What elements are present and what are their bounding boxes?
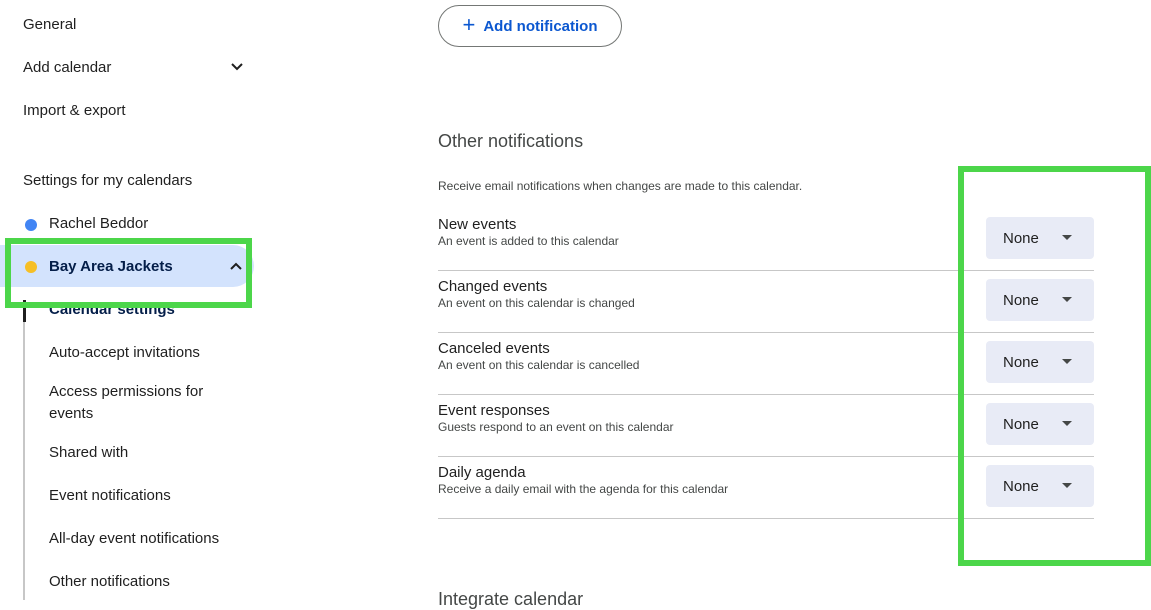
tree-active-indicator [23,300,26,322]
notification-subtitle: Receive a daily email with the agenda fo… [438,482,729,496]
other-notifications-desc: Receive email notifications when changes… [438,179,803,193]
notification-select-value: None [1003,229,1039,247]
main-content: + Add notification Other notifications R… [420,0,1151,609]
add-notification-button[interactable]: + Add notification [438,5,622,47]
calendar-item-rachel-beddor[interactable]: Rachel Beddor [0,203,260,243]
calendar-label: Rachel Beddor [49,215,149,232]
notification-row-new-events: New events An event is added to this cal… [438,208,1094,271]
sub-item-shared-with[interactable]: Shared with [49,442,239,464]
notification-title: Changed events [438,278,548,295]
notification-title: Event responses [438,402,550,419]
notification-subtitle: An event on this calendar is cancelled [438,358,640,372]
notification-select-value: None [1003,415,1039,433]
caret-down-icon [1062,235,1072,240]
notification-subtitle: An event is added to this calendar [438,234,619,248]
sidebar-item-add-calendar[interactable]: Add calendar [23,59,111,76]
settings-sidebar: General Add calendar Import & export Set… [0,0,260,600]
chevron-up-icon[interactable] [229,259,243,273]
tree-line [23,300,25,600]
notification-select[interactable]: None [986,341,1094,383]
notification-select-value: None [1003,353,1039,371]
calendar-label: Bay Area Jackets [49,258,173,275]
sub-item-auto-accept[interactable]: Auto-accept invitations [49,342,239,364]
calendar-item-bay-area-jackets[interactable]: Bay Area Jackets [0,245,254,287]
chevron-down-icon[interactable] [230,60,244,74]
notification-select[interactable]: None [986,279,1094,321]
notification-subtitle: Guests respond to an event on this calen… [438,420,674,434]
notification-subtitle: An event on this calendar is changed [438,296,635,310]
notification-row-event-responses: Event responses Guests respond to an eve… [438,394,1094,457]
sub-item-calendar-settings[interactable]: Calendar settings [49,299,239,321]
my-calendars-heading: Settings for my calendars [23,172,193,189]
calendar-color-dot [25,219,37,231]
caret-down-icon [1062,421,1072,426]
notification-title: New events [438,216,517,233]
calendar-color-dot [25,261,37,273]
caret-down-icon [1062,483,1072,488]
other-notifications-title: Other notifications [438,131,584,151]
sidebar-item-general[interactable]: General [23,16,76,33]
add-notification-label: Add notification [483,17,598,35]
notification-title: Daily agenda [438,464,526,481]
sub-item-access-permissions[interactable]: Access permissions for events [49,381,239,425]
sub-item-event-notifications[interactable]: Event notifications [49,485,239,507]
notification-row-canceled-events: Canceled events An event on this calenda… [438,332,1094,395]
notification-select-value: None [1003,477,1039,495]
sidebar-item-import-export[interactable]: Import & export [23,102,126,119]
notification-select[interactable]: None [986,217,1094,259]
notification-title: Canceled events [438,340,550,357]
sub-item-all-day-notifications[interactable]: All-day event notifications [49,528,239,550]
notification-select-value: None [1003,291,1039,309]
notification-row-changed-events: Changed events An event on this calendar… [438,270,1094,333]
notification-select[interactable]: None [986,403,1094,445]
caret-down-icon [1062,359,1072,364]
plus-icon: + [462,12,476,37]
caret-down-icon [1062,297,1072,302]
sub-item-other-notifications[interactable]: Other notifications [49,571,239,593]
notification-row-daily-agenda: Daily agenda Receive a daily email with … [438,456,1094,519]
notification-select[interactable]: None [986,465,1094,507]
